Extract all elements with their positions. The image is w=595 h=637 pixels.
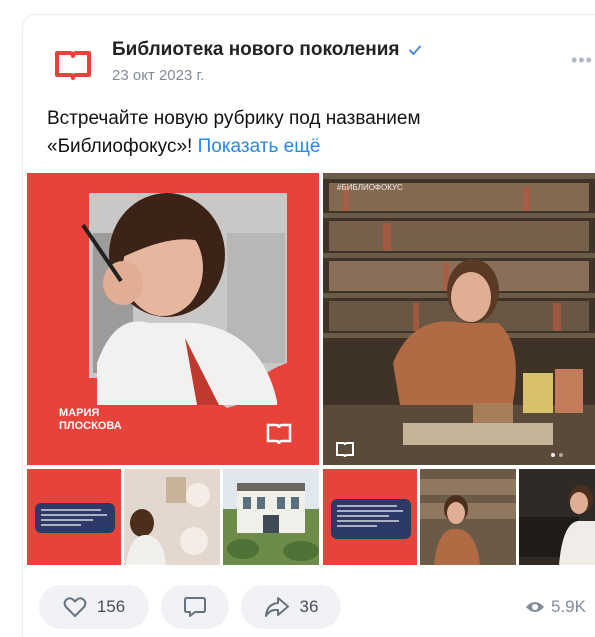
- photo-name-line2: ПЛОСКОВА: [59, 420, 122, 432]
- show-more-link[interactable]: Показать ещё: [198, 136, 321, 157]
- thumb-4-image: [323, 469, 417, 565]
- photo-library-image: [323, 173, 595, 465]
- thumb-6-image: [519, 469, 595, 565]
- like-count: 156: [96, 597, 126, 616]
- more-icon[interactable]: •••: [571, 50, 593, 71]
- author-name[interactable]: Библиотека нового поколения: [112, 39, 423, 61]
- photo-main[interactable]: МАРИЯ ПЛОСКОВА: [27, 173, 319, 465]
- community-avatar[interactable]: [51, 43, 95, 87]
- share-button[interactable]: 36: [241, 585, 341, 629]
- views-count: 5.9K: [551, 597, 586, 616]
- comment-icon: [184, 597, 206, 617]
- photo-name-line1: МАРИЯ: [59, 407, 100, 419]
- eye-icon: [526, 602, 544, 612]
- thumb-4[interactable]: [323, 469, 417, 565]
- book-logo-icon: [55, 51, 91, 80]
- thumb-5-image: [420, 469, 516, 565]
- photo-library[interactable]: #БИБЛИОФОКУС: [323, 173, 595, 465]
- post-card: Библиотека нового поколения 23 окт 2023 …: [22, 14, 595, 637]
- like-button[interactable]: 156: [39, 585, 149, 629]
- thumb-2[interactable]: [124, 469, 220, 565]
- thumb-1-image: [27, 469, 121, 565]
- post-text-line1: Встречайте новую рубрику под названием: [47, 108, 421, 129]
- share-icon: [264, 597, 289, 617]
- post-date[interactable]: 23 окт 2023 г.: [112, 67, 204, 84]
- photo-tag: #БИБЛИОФОКУС: [337, 183, 403, 192]
- views-counter: 5.9K: [525, 597, 586, 617]
- share-count: 36: [299, 597, 319, 616]
- author-name-text[interactable]: Библиотека нового поколения: [112, 39, 399, 61]
- thumb-5[interactable]: [420, 469, 516, 565]
- thumb-3[interactable]: [223, 469, 319, 565]
- thumb-1[interactable]: [27, 469, 121, 565]
- post-text: Встречайте новую рубрику под названием «…: [47, 105, 577, 161]
- thumb-2-image: [124, 469, 220, 565]
- comment-button[interactable]: [161, 585, 229, 629]
- verified-icon: [409, 45, 422, 55]
- heart-icon: [63, 597, 87, 617]
- post-text-line2: «Библиофокус»!: [47, 136, 193, 157]
- thumb-3-image: [223, 469, 319, 565]
- thumb-6[interactable]: [519, 469, 595, 565]
